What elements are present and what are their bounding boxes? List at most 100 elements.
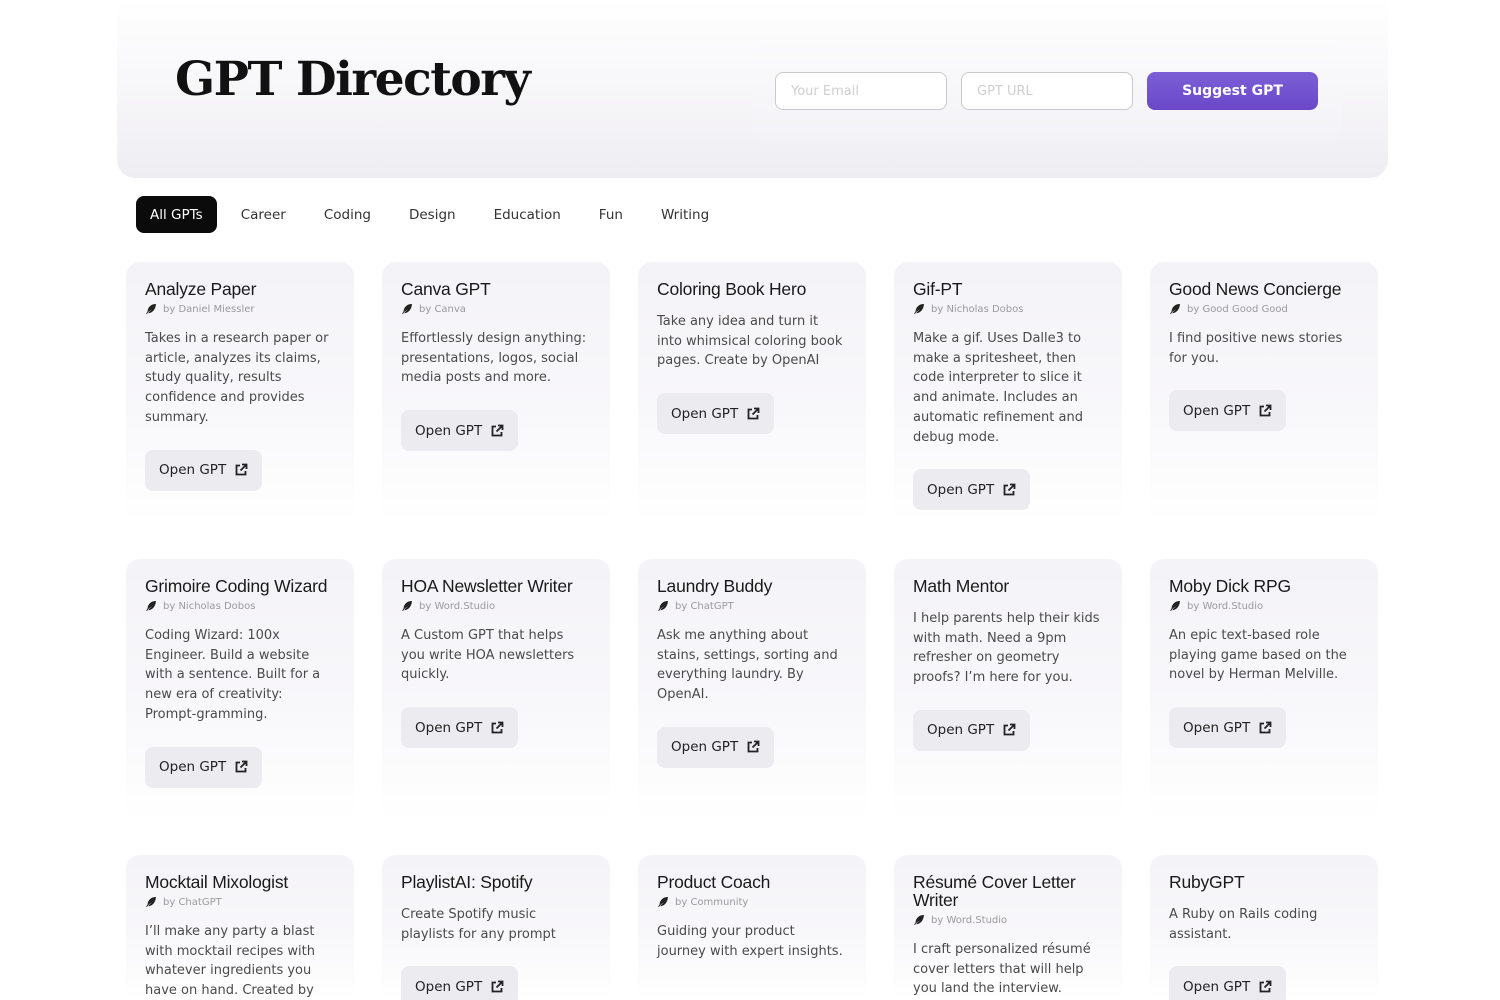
card-author: by Word.Studio — [401, 599, 591, 613]
card-author-name: by Word.Studio — [1187, 600, 1264, 612]
gpt-card: Math Mentor I help parents help their ki… — [894, 559, 1122, 821]
card-description: Ask me anything about stains, settings, … — [657, 628, 838, 703]
card-title: Good News Concierge — [1169, 279, 1342, 299]
card-description: An epic text-based role playing game bas… — [1169, 628, 1347, 683]
card-description: Take any idea and turn it into whimsical… — [657, 314, 843, 369]
tab-all-gpts[interactable]: All GPTs — [136, 196, 217, 233]
open-gpt-button[interactable]: Open GPT — [401, 707, 519, 749]
open-gpt-button[interactable]: Open GPT — [1169, 390, 1287, 432]
external-link-icon — [1259, 721, 1272, 734]
gpt-card: PlaylistAI: Spotify Create Spotify music… — [382, 855, 610, 1000]
open-gpt-label: Open GPT — [159, 759, 227, 776]
card-description: I’ll make any party a blast with mocktai… — [145, 924, 315, 999]
card-title: Coloring Book Hero — [657, 279, 807, 299]
card-author: by Good Good Good — [1169, 302, 1359, 316]
feather-icon — [146, 304, 156, 314]
card-description: I help parents help their kids with math… — [913, 611, 1100, 686]
open-gpt-label: Open GPT — [415, 422, 483, 439]
gpt-card: Grimoire Coding Wizard by Nicholas Dobos… — [126, 559, 354, 821]
gpt-card: Product Coach by Community Guiding your … — [638, 855, 866, 1000]
open-gpt-label: Open GPT — [1183, 402, 1251, 419]
feather-icon — [402, 601, 412, 611]
card-author-name: by Nicholas Dobos — [163, 600, 256, 612]
external-link-icon — [1003, 723, 1016, 736]
feather-icon — [402, 304, 412, 314]
card-title: PlaylistAI: Spotify — [401, 872, 533, 892]
gpt-card: Good News Concierge by Good Good Good I … — [1150, 262, 1378, 524]
tab-writing[interactable]: Writing — [647, 196, 723, 233]
card-author-name: by Good Good Good — [1187, 303, 1288, 315]
external-link-icon — [235, 463, 248, 476]
card-description: Takes in a research paper or article, an… — [145, 331, 329, 425]
open-gpt-label: Open GPT — [1183, 978, 1251, 995]
tab-career[interactable]: Career — [227, 196, 300, 233]
open-gpt-label: Open GPT — [159, 462, 227, 479]
card-title: Math Mentor — [913, 576, 1010, 596]
open-gpt-button[interactable]: Open GPT — [401, 410, 519, 452]
card-author: by Daniel Miessler — [145, 302, 335, 316]
open-gpt-button[interactable]: Open GPT — [913, 709, 1031, 751]
open-gpt-button[interactable]: Open GPT — [145, 746, 263, 788]
tab-fun[interactable]: Fun — [585, 196, 637, 233]
open-gpt-button[interactable]: Open GPT — [401, 966, 519, 1000]
email-input[interactable] — [775, 72, 947, 110]
card-author: by ChatGPT — [657, 599, 847, 613]
card-title: Canva GPT — [401, 279, 491, 299]
external-link-icon — [747, 407, 760, 420]
tab-coding[interactable]: Coding — [310, 196, 385, 233]
external-link-icon — [491, 424, 504, 437]
card-author-name: by Word.Studio — [419, 600, 496, 612]
card-title: Moby Dick RPG — [1169, 576, 1291, 596]
external-link-icon — [1259, 980, 1272, 993]
card-author: by Nicholas Dobos — [913, 302, 1103, 316]
open-gpt-label: Open GPT — [415, 978, 483, 995]
open-gpt-label: Open GPT — [415, 719, 483, 736]
card-description: Coding Wizard: 100x Engineer. Build a we… — [145, 628, 321, 722]
feather-icon — [658, 601, 668, 611]
card-title: Laundry Buddy — [657, 576, 773, 596]
card-author: by Community — [657, 895, 847, 909]
external-link-icon — [1003, 483, 1016, 496]
open-gpt-label: Open GPT — [927, 722, 995, 739]
card-title: Analyze Paper — [145, 279, 257, 299]
feather-icon — [658, 897, 668, 907]
external-link-icon — [491, 721, 504, 734]
gpt-url-input[interactable] — [961, 72, 1133, 110]
tab-design[interactable]: Design — [395, 196, 470, 233]
card-description: A Custom GPT that helps you write HOA ne… — [401, 628, 575, 683]
open-gpt-button[interactable]: Open GPT — [657, 726, 775, 768]
feather-icon — [146, 601, 156, 611]
open-gpt-button[interactable]: Open GPT — [913, 469, 1031, 511]
open-gpt-button[interactable]: Open GPT — [657, 393, 775, 435]
gpt-card: Mocktail Mixologist by ChatGPT I’ll make… — [126, 855, 354, 1000]
open-gpt-button[interactable]: Open GPT — [1169, 707, 1287, 749]
open-gpt-label: Open GPT — [671, 739, 739, 756]
gpt-card: Laundry Buddy by ChatGPT Ask me anything… — [638, 559, 866, 821]
open-gpt-button[interactable]: Open GPT — [1169, 966, 1287, 1000]
feather-icon — [1170, 601, 1180, 611]
suggest-gpt-button[interactable]: Suggest GPT — [1147, 72, 1318, 110]
gpt-card: HOA Newsletter Writer by Word.Studio A C… — [382, 559, 610, 821]
external-link-icon — [747, 740, 760, 753]
open-gpt-label: Open GPT — [1183, 719, 1251, 736]
card-author-name: by Daniel Miessler — [163, 303, 255, 315]
card-description: I craft personalized résumé cover letter… — [913, 942, 1091, 997]
feather-icon — [914, 915, 924, 925]
tab-education[interactable]: Education — [480, 196, 575, 233]
card-author-name: by Canva — [419, 303, 466, 315]
card-title: Product Coach — [657, 872, 771, 892]
card-author-name: by Nicholas Dobos — [931, 303, 1024, 315]
card-author-name: by Word.Studio — [931, 914, 1008, 926]
card-author-name: by Community — [675, 896, 749, 908]
gpt-card: Gif-PT by Nicholas Dobos Make a gif. Use… — [894, 262, 1122, 524]
open-gpt-label: Open GPT — [671, 405, 739, 422]
card-description: I find positive news stories for you. — [1169, 331, 1343, 366]
card-title: HOA Newsletter Writer — [401, 576, 573, 596]
open-gpt-button[interactable]: Open GPT — [145, 449, 263, 491]
card-description: A Ruby on Rails coding assistant. — [1169, 907, 1318, 942]
card-description: Guiding your product journey with expert… — [657, 924, 843, 959]
external-link-icon — [1259, 404, 1272, 417]
card-author-name: by ChatGPT — [675, 600, 734, 612]
card-title: Mocktail Mixologist — [145, 872, 289, 892]
feather-icon — [1170, 304, 1180, 314]
